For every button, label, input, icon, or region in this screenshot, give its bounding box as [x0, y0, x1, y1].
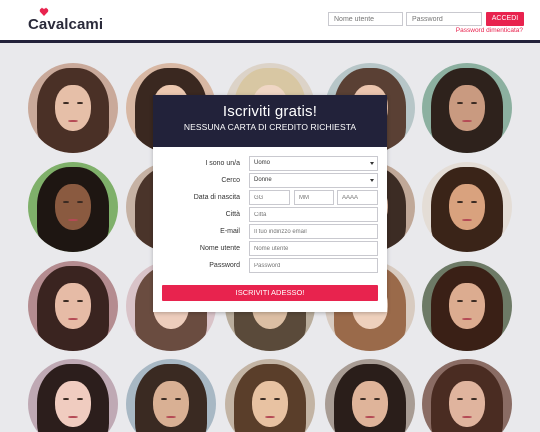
password-row: Password	[153, 258, 387, 273]
login-button[interactable]: ACCEDI	[486, 12, 524, 26]
birthdate-label: Data di nascita	[193, 194, 240, 201]
birth-year-input[interactable]	[337, 190, 378, 205]
gender-label: I sono un/a	[205, 160, 240, 167]
profile-photo	[28, 261, 118, 351]
profile-photo	[422, 261, 512, 351]
gender-row: I sono un/a Uomo	[153, 156, 387, 171]
signup-card-header: Iscriviti gratis! NESSUNA CARTA DI CREDI…	[153, 95, 387, 147]
password-input[interactable]	[249, 258, 378, 273]
username-label: Nome utente	[199, 245, 240, 252]
profile-photo	[422, 359, 512, 432]
logo-text: Cavalcami	[28, 16, 104, 33]
profile-photo	[325, 359, 415, 432]
username-input[interactable]	[249, 241, 378, 256]
seeking-label: Cerco	[221, 177, 240, 184]
email-row: E-mail	[153, 224, 387, 239]
city-input[interactable]	[249, 207, 378, 222]
password-label: Password	[209, 262, 240, 269]
birth-month-input[interactable]	[294, 190, 334, 205]
signup-submit-button[interactable]: ISCRIVITI ADESSO!	[162, 285, 378, 301]
chevron-down-icon	[370, 162, 374, 165]
profile-photo	[225, 359, 315, 432]
login-username-input[interactable]	[328, 12, 403, 26]
seeking-row: Cerco Donne	[153, 173, 387, 188]
login-password-input[interactable]	[406, 12, 482, 26]
profile-photo	[28, 359, 118, 432]
profile-photo	[126, 359, 216, 432]
username-row: Nome utente	[153, 241, 387, 256]
seeking-select[interactable]: Donne	[249, 173, 378, 188]
profile-photo	[28, 162, 118, 252]
logo-heart-icon	[39, 7, 49, 16]
seeking-select-value: Donne	[254, 177, 272, 183]
profile-photo	[422, 63, 512, 153]
signup-subtitle: NESSUNA CARTA DI CREDITO RICHIESTA	[183, 122, 357, 132]
gender-select-value: Uomo	[254, 160, 271, 166]
city-row: Città	[153, 207, 387, 222]
top-header: Cavalcami ACCEDI Password dimenticata?	[0, 0, 540, 40]
signup-title: Iscriviti gratis!	[222, 103, 318, 120]
birth-day-input[interactable]	[249, 190, 290, 205]
profile-photo	[422, 162, 512, 252]
chevron-down-icon	[370, 179, 374, 182]
signup-card: Iscriviti gratis! NESSUNA CARTA DI CREDI…	[153, 95, 387, 312]
email-input[interactable]	[249, 224, 378, 239]
birthdate-row: Data di nascita	[153, 190, 387, 205]
profile-photo	[28, 63, 118, 153]
city-label: Città	[225, 211, 240, 218]
site-logo[interactable]: Cavalcami	[28, 7, 104, 33]
email-label: E-mail	[220, 228, 240, 235]
gender-select[interactable]: Uomo	[249, 156, 378, 171]
forgot-password-link[interactable]: Password dimenticata?	[456, 27, 523, 34]
